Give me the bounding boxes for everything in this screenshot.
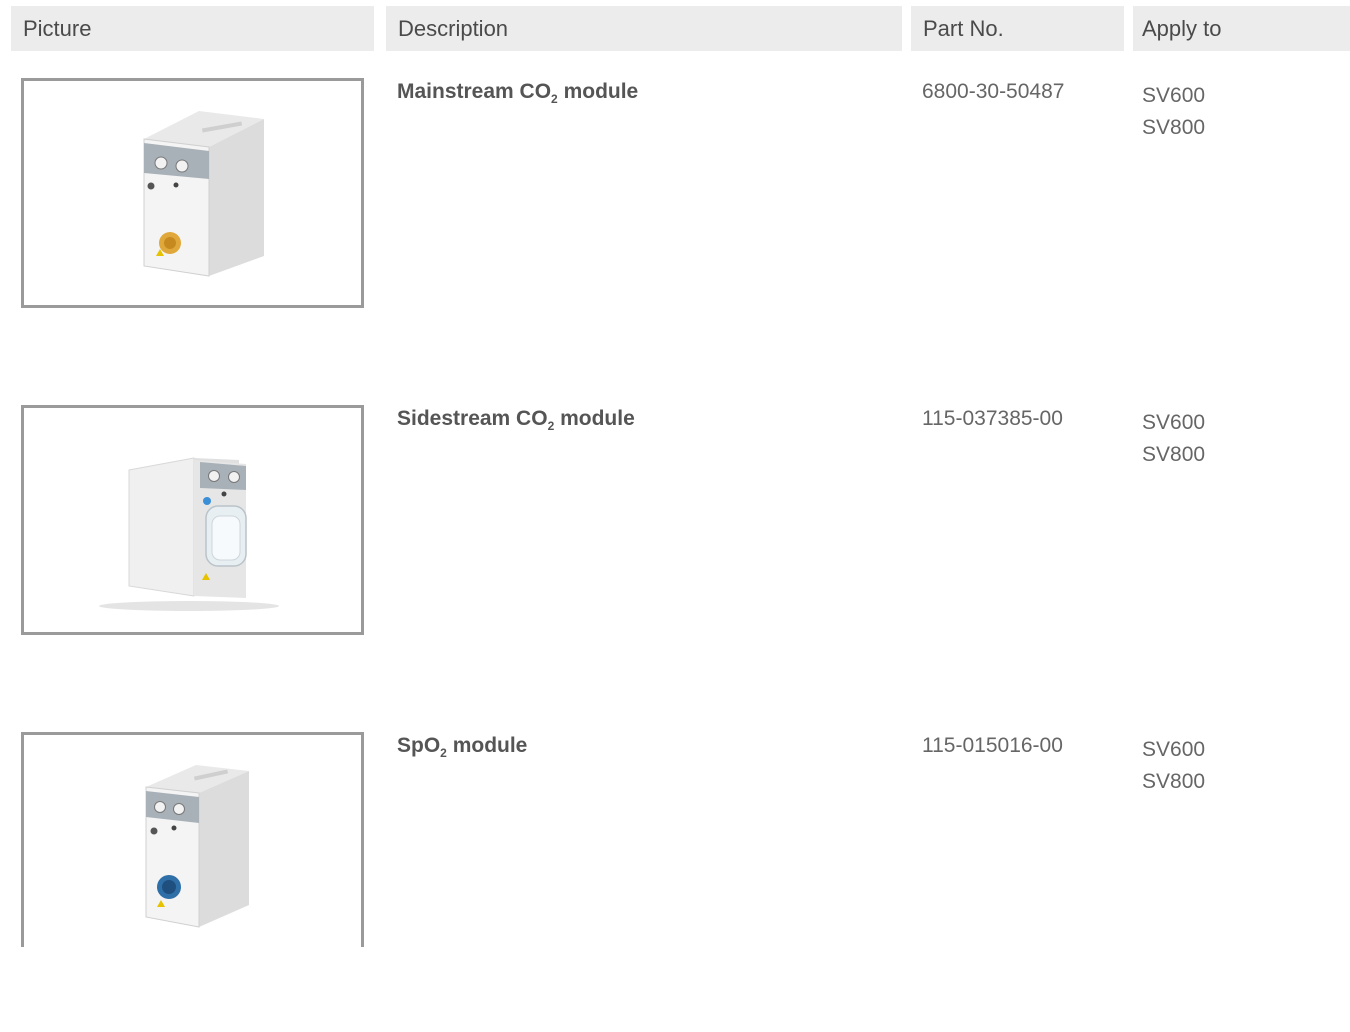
sidestream-co2-module-image — [21, 405, 364, 635]
apply-item: SV600 — [1142, 738, 1206, 761]
row-description: Sidestream CO2 module — [397, 407, 635, 433]
header-picture: Picture — [11, 6, 374, 51]
mainstream-co2-module-image — [21, 78, 364, 308]
spo2-module-image — [21, 732, 364, 947]
header-apply-to: Apply to — [1133, 6, 1350, 51]
apply-item: SV600 — [1142, 84, 1206, 107]
header-part-no: Part No. — [911, 6, 1124, 51]
row-part-no: 115-037385-00 — [922, 407, 1063, 430]
apply-item: SV800 — [1142, 443, 1206, 466]
table-row: SpO2 module 115-015016-00 SV600 SV800 — [0, 732, 1350, 1032]
row-apply-to: SV600 SV800 — [1142, 407, 1205, 471]
row-description: Mainstream CO2 module — [397, 80, 639, 106]
apply-item: SV800 — [1142, 116, 1206, 139]
row-part-no: 115-015016-00 — [922, 734, 1063, 757]
apply-item: SV600 — [1142, 411, 1206, 434]
row-description: SpO2 module — [397, 734, 528, 760]
header-description: Description — [386, 6, 902, 51]
row-apply-to: SV600 SV800 — [1142, 80, 1205, 144]
table-row: Mainstream CO2 module 6800-30-50487 SV60… — [0, 78, 1350, 378]
row-apply-to: SV600 SV800 — [1142, 734, 1205, 798]
row-part-no: 6800-30-50487 — [922, 80, 1065, 103]
table-row: Sidestream CO2 module 115-037385-00 SV60… — [0, 405, 1350, 705]
apply-item: SV800 — [1142, 770, 1206, 793]
